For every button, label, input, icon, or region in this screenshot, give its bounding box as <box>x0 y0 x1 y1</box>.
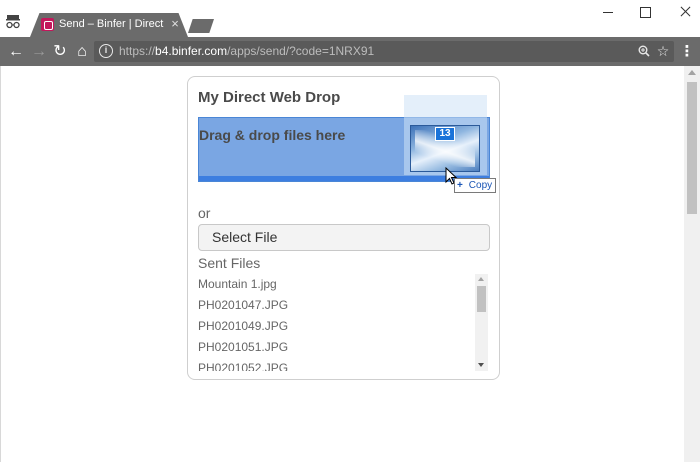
window-close-button[interactable] <box>662 2 700 22</box>
url-text[interactable]: https://b4.binfer.com/apps/send/?code=1N… <box>119 44 374 58</box>
bookmark-star-icon[interactable]: ☆ <box>654 42 672 61</box>
list-item[interactable]: PH0201051.JPG <box>198 337 468 358</box>
scroll-down-arrow-icon[interactable] <box>478 363 484 367</box>
site-info-icon[interactable]: i <box>99 44 113 58</box>
page-scrollbar-thumb[interactable] <box>687 82 697 214</box>
copy-tooltip: + Copy <box>454 178 496 193</box>
select-file-button[interactable]: Select File <box>198 224 490 251</box>
binfer-favicon-icon <box>41 18 54 31</box>
copy-tooltip-label: Copy <box>468 180 493 191</box>
new-tab-button[interactable] <box>188 19 214 33</box>
tab-close-icon[interactable]: × <box>168 16 182 32</box>
card-title: My Direct Web Drop <box>198 89 341 106</box>
url-host: b4.binfer.com <box>155 44 228 58</box>
title-bar: Send – Binfer | Direct File × <box>0 0 700 37</box>
list-item[interactable]: PH0201052.JPG <box>198 358 468 371</box>
browser-menu-icon[interactable]: ⋮ <box>679 37 695 66</box>
web-drop-card: My Direct Web Drop Drag & drop files her… <box>187 76 500 380</box>
url-scheme: https:// <box>119 44 156 58</box>
incognito-icon <box>6 14 20 30</box>
file-list-scrollbar[interactable] <box>475 274 488 371</box>
file-list-scrollbar-thumb[interactable] <box>477 286 486 312</box>
back-arrow-icon[interactable]: ← <box>4 37 28 66</box>
scroll-up-arrow-icon[interactable] <box>478 277 484 281</box>
sent-files-list[interactable]: Mountain 1.jpg PH0201047.JPG PH0201049.J… <box>198 274 490 371</box>
plus-icon: + <box>457 180 463 191</box>
browser-tab[interactable]: Send – Binfer | Direct File × <box>30 13 188 37</box>
sent-files-label: Sent Files <box>198 255 261 271</box>
zoom-icon[interactable] <box>635 42 653 61</box>
list-item[interactable]: PH0201049.JPG <box>198 316 468 337</box>
or-label: or <box>198 205 211 221</box>
scroll-up-arrow-icon[interactable] <box>688 70 696 75</box>
url-path: /apps/send/?code=1NRX91 <box>227 44 375 58</box>
page-scrollbar[interactable] <box>684 66 700 462</box>
tab-title: Send – Binfer | Direct File <box>59 18 167 30</box>
home-icon[interactable]: ⌂ <box>70 37 94 66</box>
drop-zone-text: Drag & drop files here <box>199 127 346 143</box>
drag-count-badge: 13 <box>435 127 455 141</box>
reload-icon[interactable]: ↻ <box>48 37 72 66</box>
address-bar[interactable]: i https://b4.binfer.com/apps/send/?code=… <box>94 41 674 62</box>
list-item[interactable]: PH0201047.JPG <box>198 295 468 316</box>
browser-toolbar: ← → ↻ ⌂ i https://b4.binfer.com/apps/sen… <box>0 37 700 66</box>
list-item[interactable]: Mountain 1.jpg <box>198 274 468 295</box>
